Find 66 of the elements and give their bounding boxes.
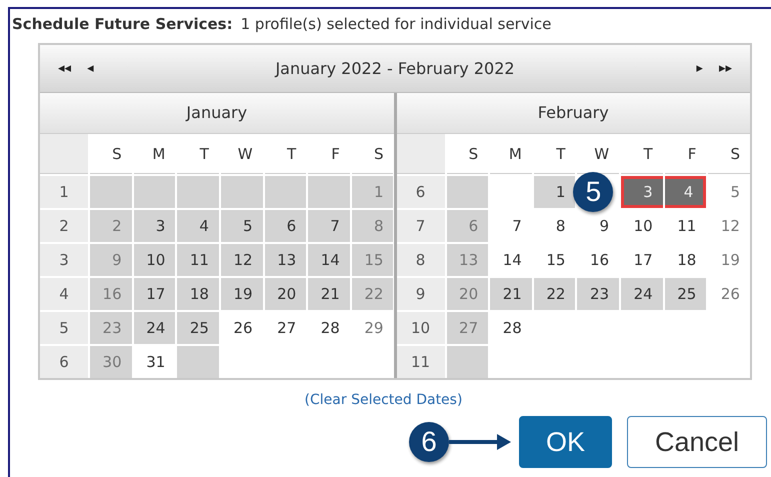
calendar-day[interactable]: 3 — [621, 176, 663, 208]
calendar-day[interactable]: 6 — [264, 210, 306, 242]
calendar-day[interactable]: 17 — [134, 278, 176, 310]
calendar-day[interactable]: 23 — [577, 278, 620, 310]
week-number: 6 — [396, 176, 444, 208]
step-badge: 5 — [573, 172, 614, 212]
selection-summary: 1 profile(s) selected for individual service — [240, 15, 552, 35]
week-number: 3 — [40, 244, 88, 276]
week-number: 6 — [40, 346, 88, 378]
weekday-label: W — [220, 134, 263, 174]
calendar-day[interactable]: 4 — [177, 210, 219, 242]
week-number: 4 — [40, 278, 88, 310]
weekday-label: F — [308, 134, 350, 174]
next-button[interactable]: ▸ — [688, 61, 711, 76]
week-number: 7 — [396, 210, 444, 242]
calendar-day[interactable]: 21 — [308, 278, 350, 310]
calendar-day[interactable]: 25 — [664, 278, 706, 310]
calendar-day[interactable]: 22 — [534, 278, 576, 310]
weekday-label: S — [352, 134, 394, 174]
weekday-label: M — [490, 134, 532, 174]
calendar-day[interactable]: 7 — [308, 210, 350, 242]
weekday-label: F — [664, 134, 706, 174]
corner-cell — [396, 134, 444, 174]
weekday-label: S — [90, 134, 132, 174]
clear-dates-link[interactable]: (Clear Selected Dates) — [304, 392, 462, 408]
previous-button[interactable]: ◂ — [79, 61, 102, 76]
month-header: February — [396, 93, 750, 134]
arrow-icon — [449, 434, 511, 450]
calendar-day[interactable]: 18 — [177, 278, 219, 310]
weekday-label: T — [534, 134, 576, 174]
calendar-day[interactable]: 11 — [177, 244, 219, 276]
week-number: 8 — [396, 244, 444, 276]
calendar-day[interactable]: 5 — [220, 210, 263, 242]
calendar-day[interactable]: 1 — [534, 176, 576, 208]
week-number: 1 — [40, 176, 88, 208]
step-badge: 6 — [409, 422, 449, 462]
weekday-label: T — [621, 134, 663, 174]
calendar-day[interactable]: 12 — [220, 244, 263, 276]
weekday-label: S — [446, 134, 488, 174]
calendar-day[interactable]: 21 — [490, 278, 532, 310]
fast-next-button[interactable]: ▸▸ — [710, 61, 740, 76]
calendar-day[interactable]: 24 — [134, 312, 176, 344]
date-range-title: January 2022 - February 2022 — [274, 59, 516, 78]
calendar-day[interactable]: 14 — [308, 244, 350, 276]
week-number: 11 — [396, 346, 444, 378]
week-number: 5 — [40, 312, 88, 344]
ok-button[interactable]: OK — [519, 416, 612, 468]
week-number: 2 — [40, 210, 88, 242]
month-header: January — [40, 93, 394, 134]
weekday-label: T — [264, 134, 306, 174]
calendar-day[interactable]: 25 — [177, 312, 219, 344]
calendar-day[interactable]: 10 — [134, 244, 176, 276]
section-title: Schedule Future Services: — [12, 15, 233, 35]
calendar-day[interactable]: 4 — [664, 176, 706, 208]
week-number: 10 — [396, 312, 444, 344]
fast-previous-button[interactable]: ◂◂ — [50, 61, 80, 76]
calendar-day[interactable]: 24 — [621, 278, 663, 310]
calendar-day[interactable]: 19 — [220, 278, 263, 310]
calendar-day[interactable]: 13 — [264, 244, 306, 276]
calendar-day[interactable]: 3 — [134, 210, 176, 242]
week-number: 9 — [396, 278, 444, 310]
weekday-label: M — [134, 134, 176, 174]
weekday-label: T — [177, 134, 219, 174]
weekday-label: S — [708, 134, 750, 174]
cancel-button[interactable]: Cancel — [627, 416, 767, 468]
calendar-day[interactable]: 20 — [264, 278, 306, 310]
